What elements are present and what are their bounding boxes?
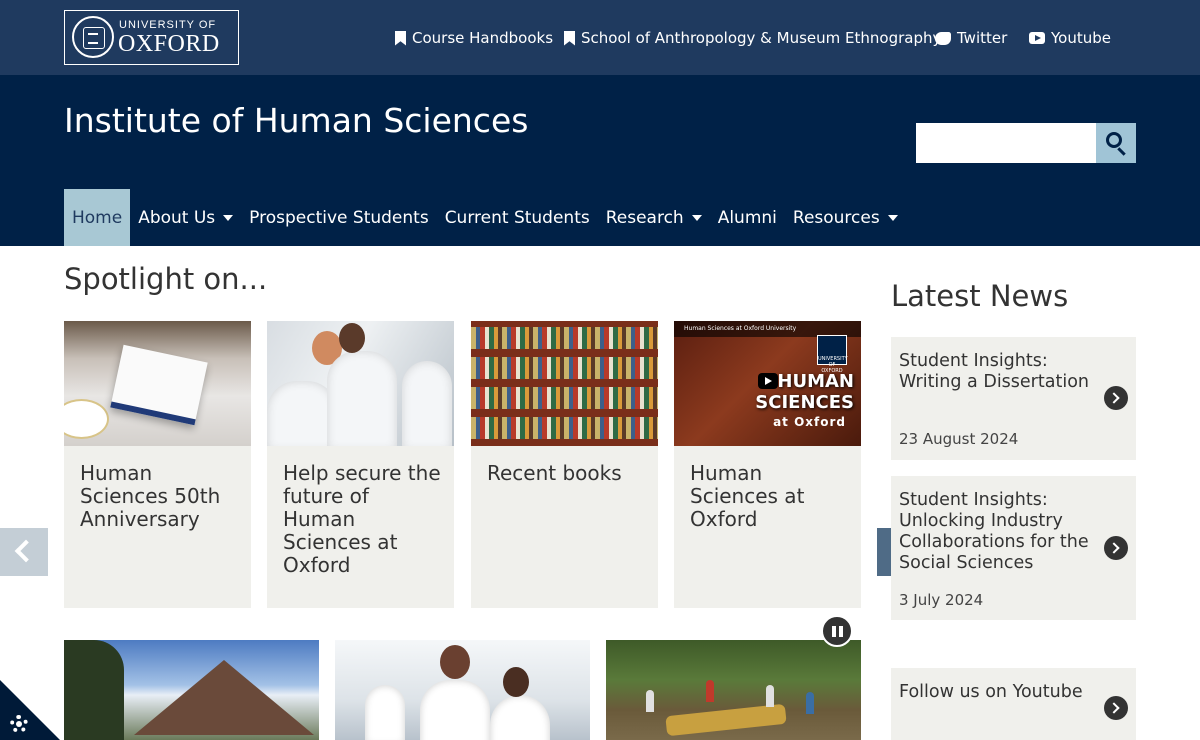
shelf-row <box>471 327 658 349</box>
nav-label: About Us <box>138 207 216 228</box>
nav-label: Prospective Students <box>249 207 429 228</box>
video-oxford-badge: UNIVERSITY OF OXFORD <box>817 335 848 374</box>
card-title: Help secure the future of Human Sciences… <box>283 461 441 577</box>
lab-coat-shape <box>327 351 397 446</box>
nav-about-us[interactable]: About Us <box>130 189 241 246</box>
lab-coat-shape <box>365 685 405 740</box>
bookshelf-image <box>471 321 658 446</box>
spotlight-card-future[interactable]: Help secure the future of Human Sciences… <box>267 321 454 608</box>
news-item[interactable]: Student Insights: Unlocking Industry Col… <box>891 476 1136 620</box>
nav-label: Resources <box>792 207 880 228</box>
spotlight-card-video[interactable]: Human Sciences at Oxford University UNIV… <box>674 321 861 608</box>
nav-alumni[interactable]: Alumni <box>710 189 785 246</box>
chevron-right-icon[interactable] <box>1104 536 1128 560</box>
nav-research[interactable]: Research <box>598 189 710 246</box>
follow-youtube-card[interactable]: Follow us on Youtube <box>891 668 1136 740</box>
bookmark-icon <box>564 30 575 46</box>
search-input[interactable] <box>916 123 1096 163</box>
news-headline: Student Insights: Writing a Dissertation <box>899 351 1089 392</box>
caret-down-icon <box>223 214 234 221</box>
top-bar: UNIVERSITY OF OXFORD Course Handbooks Sc… <box>0 0 1200 75</box>
nav-home[interactable]: Home <box>64 189 131 246</box>
roof-shape <box>134 660 314 735</box>
follow-youtube-label: Follow us on Youtube <box>899 682 1083 702</box>
nav-current-students[interactable]: Current Students <box>437 189 598 246</box>
pause-button[interactable] <box>821 615 853 647</box>
news-item[interactable]: Student Insights: Writing a Dissertation… <box>891 337 1136 460</box>
video-thumbnail[interactable]: Human Sciences at Oxford University UNIV… <box>674 321 861 446</box>
card-title: Recent books <box>487 461 622 485</box>
gear-icon[interactable] <box>10 715 28 733</box>
site-title[interactable]: Institute of Human Sciences <box>64 101 528 140</box>
toplink-youtube[interactable]: Youtube <box>1029 27 1111 49</box>
search-icon <box>1106 132 1122 148</box>
forest-totem-image[interactable] <box>606 640 861 740</box>
main-nav: Home About Us Prospective Students Curre… <box>64 189 906 246</box>
lab-students-image <box>267 321 454 446</box>
lab-coat-shape <box>402 361 452 446</box>
head-shape <box>503 667 529 697</box>
bookmark-icon <box>395 30 406 46</box>
shelf-row <box>471 387 658 409</box>
spotlight-card-recent-books[interactable]: Recent books <box>471 321 658 608</box>
tree-shape <box>64 640 124 740</box>
chevron-right-icon[interactable] <box>1104 386 1128 410</box>
news-date: 3 July 2024 <box>899 591 984 609</box>
toplink-twitter[interactable]: Twitter <box>935 27 1007 49</box>
totem-shape <box>665 703 787 737</box>
toplink-label: Course Handbooks <box>412 29 554 47</box>
card-title: Human Sciences at Oxford <box>690 461 805 531</box>
oxford-crest-icon <box>72 16 114 58</box>
card-title: Human Sciences 50th Anniversary <box>80 461 221 531</box>
youtube-icon <box>1029 32 1045 44</box>
video-overlay-text: HUMAN SCIENCES <box>755 371 854 413</box>
shelf-row <box>471 357 658 379</box>
cake-shape <box>110 344 208 426</box>
building-image[interactable] <box>64 640 319 740</box>
carousel-prev-button[interactable] <box>0 528 48 576</box>
plate-shape <box>64 399 109 439</box>
anniversary-cake-image <box>64 321 251 446</box>
cookie-settings-button[interactable] <box>0 680 60 740</box>
shelf-row <box>471 417 658 439</box>
lab-image[interactable] <box>335 640 590 740</box>
toplink-course-handbooks[interactable]: Course Handbooks <box>395 27 553 49</box>
oxford-logo[interactable]: UNIVERSITY OF OXFORD <box>64 10 239 65</box>
head-shape <box>440 645 470 679</box>
person-shape <box>646 690 654 712</box>
chevron-left-icon <box>14 539 38 563</box>
news-date: 23 August 2024 <box>899 430 1019 448</box>
site-header: Institute of Human Sciences Home About U… <box>0 75 1200 246</box>
toplink-label: School of Anthropology & Museum Ethnogra… <box>581 29 942 47</box>
person-shape <box>766 685 774 707</box>
head-shape <box>339 323 365 353</box>
twitter-icon <box>935 31 951 45</box>
nav-prospective-students[interactable]: Prospective Students <box>241 189 437 246</box>
lab-coat-shape <box>490 695 550 740</box>
spotlight-heading: Spotlight on... <box>64 262 268 296</box>
spotlight-card-anniversary[interactable]: Human Sciences 50th Anniversary <box>64 321 251 608</box>
toplink-label: Youtube <box>1051 29 1111 47</box>
news-headline: Student Insights: Unlocking Industry Col… <box>899 490 1089 573</box>
nav-label: Alumni <box>717 207 777 228</box>
caret-down-icon <box>887 214 898 221</box>
search-button[interactable] <box>1096 123 1136 163</box>
video-overlay-sub: at Oxford <box>773 415 846 429</box>
toplink-label: Twitter <box>957 29 1008 47</box>
chevron-right-icon[interactable] <box>1104 696 1128 720</box>
news-heading: Latest News <box>891 279 1069 313</box>
carousel-next-button[interactable] <box>877 528 891 576</box>
nav-label: Current Students <box>444 207 590 228</box>
person-shape <box>706 680 714 702</box>
lab-coat-shape <box>420 680 490 740</box>
caret-down-icon <box>691 214 702 221</box>
person-shape <box>806 692 814 714</box>
logo-big-text: OXFORD <box>118 31 220 57</box>
toplink-school-anthropology[interactable]: School of Anthropology & Museum Ethnogra… <box>564 27 941 49</box>
logo-small-text: UNIVERSITY OF <box>119 19 217 31</box>
nav-label: Research <box>605 207 684 228</box>
nav-resources[interactable]: Resources <box>785 189 906 246</box>
nav-label: Home <box>72 207 123 228</box>
